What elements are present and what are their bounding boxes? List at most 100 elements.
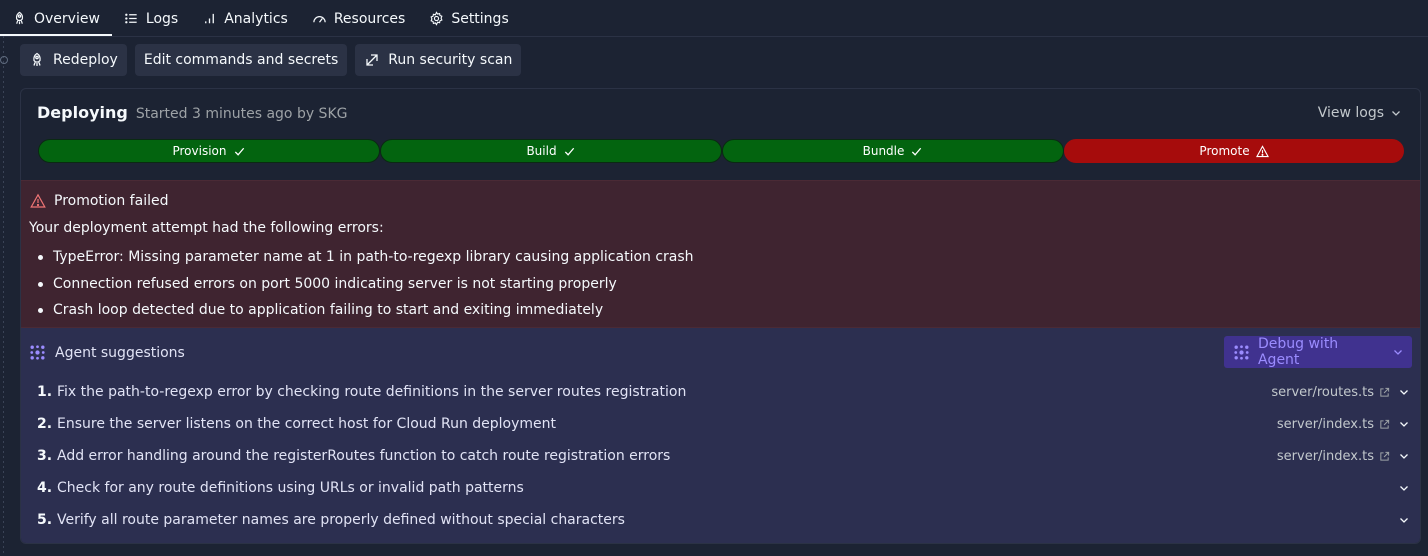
tab-logs[interactable]: Logs (112, 3, 190, 36)
deployment-subtitle: Started 3 minutes ago by SKG (135, 106, 348, 122)
tab-label: Analytics (224, 10, 288, 27)
gear-icon (430, 11, 443, 26)
error-intro: Your deployment attempt had the followin… (29, 220, 384, 236)
tab-label: Overview (34, 10, 100, 27)
timeline-line (3, 36, 4, 556)
step-build: Build (380, 139, 722, 163)
chevron-down-icon (1400, 454, 1408, 459)
suggestion-number: 5. (37, 512, 53, 528)
debug-with-agent-button[interactable]: Debug with Agent (1224, 336, 1412, 368)
suggestion-row[interactable]: 2. Ensure the server listens on the corr… (21, 408, 1420, 440)
warning-icon (30, 193, 46, 208)
redeploy-label: Redeploy (53, 52, 118, 68)
suggestion-file: server/routes.ts (1271, 384, 1374, 400)
error-title-text: Promotion failed (54, 193, 169, 209)
step-label: Bundle (862, 144, 905, 158)
gauge-icon (313, 16, 326, 23)
deployment-card: Deploying Started 3 minutes ago by SKG V… (20, 88, 1421, 544)
tab-analytics[interactable]: Analytics (190, 3, 300, 36)
deployment-status: Deploying (37, 103, 128, 122)
step-label: Promote (1199, 144, 1250, 158)
scan-icon (366, 54, 378, 66)
expand-chevron[interactable] (1398, 418, 1410, 430)
tab-overview[interactable]: Overview (0, 3, 112, 36)
step-provision: Provision (38, 139, 380, 163)
timeline-dot (0, 56, 8, 64)
tab-label: Settings (451, 10, 509, 27)
security-scan-button[interactable]: Run security scan (355, 44, 522, 76)
tab-label: Logs (145, 10, 179, 27)
suggestion-text: Add error handling around the registerRo… (57, 448, 671, 464)
suggestion-row[interactable]: 4. Check for any route definitions using… (21, 472, 1420, 504)
step-label: Provision (172, 144, 227, 158)
suggestion-file-link[interactable]: server/index.ts (1277, 449, 1390, 464)
expand-chevron[interactable] (1398, 514, 1410, 526)
external-link-icon (1380, 419, 1390, 429)
expand-chevron[interactable] (1398, 450, 1410, 462)
check-icon (912, 147, 922, 156)
tab-bar: Overview Logs Analytics Resources Settin… (0, 0, 1428, 37)
deploy-icon (33, 52, 41, 66)
suggestion-row[interactable]: 5. Verify all route parameter names are … (21, 504, 1420, 536)
check-icon (234, 147, 244, 156)
suggestion-row[interactable]: 1. Fix the path-to-regexp error by check… (21, 376, 1420, 408)
suggestion-text: Check for any route definitions using UR… (57, 480, 524, 496)
external-link-icon (1380, 451, 1390, 461)
chevron-down-icon (1400, 518, 1408, 523)
deployment-header: Deploying Started 3 minutes ago by SKG (37, 103, 347, 122)
error-title: Promotion failed (30, 193, 168, 209)
suggestion-number: 4. (37, 480, 53, 496)
chevron-down-icon (1400, 422, 1408, 427)
check-icon (564, 147, 574, 156)
agent-suggestions-panel: Agent suggestions Debug with Agent 1. Fi… (21, 328, 1420, 543)
error-panel: Promotion failed Your deployment attempt… (21, 180, 1420, 328)
bar-chart-icon (205, 13, 215, 24)
tab-resources[interactable]: Resources (300, 3, 418, 36)
suggestion-file: server/index.ts (1276, 448, 1374, 464)
error-item: Connection refused errors on port 5000 i… (29, 274, 694, 301)
step-label: Build (526, 144, 557, 158)
error-list: TypeError: Missing parameter name at 1 i… (29, 247, 694, 327)
error-item: TypeError: Missing parameter name at 1 i… (29, 247, 694, 274)
view-logs-label: View logs (1317, 105, 1384, 121)
suggestion-text: Verify all route parameter names are pro… (57, 512, 625, 528)
edit-commands-button[interactable]: Edit commands and secrets (134, 44, 348, 76)
tab-label: Resources (333, 10, 406, 27)
expand-chevron[interactable] (1398, 482, 1410, 494)
deployment-steps: Provision Build Bundle Promote (38, 139, 1404, 163)
external-link-icon (1380, 387, 1390, 397)
agent-suggestions-label: Agent suggestions (55, 344, 185, 361)
agent-sparkle-icon (30, 345, 45, 360)
tab-settings[interactable]: Settings (417, 3, 520, 36)
suggestion-text: Fix the path-to-regexp error by checking… (57, 384, 687, 400)
step-promote: Promote (1064, 139, 1404, 163)
step-bundle: Bundle (722, 139, 1064, 163)
security-scan-label: Run security scan (388, 52, 513, 68)
action-bar: Redeploy Edit commands and secrets Run s… (20, 44, 522, 76)
expand-chevron[interactable] (1398, 386, 1410, 398)
suggestion-number: 2. (37, 416, 53, 432)
chevron-down-icon (1394, 350, 1402, 355)
suggestion-row[interactable]: 3. Add error handling around the registe… (21, 440, 1420, 472)
warning-icon (1255, 144, 1269, 157)
deploy-icon (15, 11, 24, 25)
suggestion-file-link[interactable]: server/index.ts (1277, 417, 1390, 432)
suggestion-file: server/index.ts (1276, 416, 1374, 432)
list-icon (125, 13, 137, 24)
suggestion-list: 1. Fix the path-to-regexp error by check… (21, 376, 1420, 536)
error-item: Crash loop detected due to application f… (29, 300, 694, 327)
suggestion-text: Ensure the server listens on the correct… (57, 416, 557, 432)
suggestion-number: 3. (37, 448, 53, 464)
debug-with-agent-label: Debug with Agent (1257, 336, 1339, 368)
suggestion-file-link[interactable]: server/routes.ts (1271, 385, 1390, 400)
edit-commands-label: Edit commands and secrets (143, 52, 339, 68)
chevron-down-icon (1400, 390, 1408, 395)
debug-dropdown-toggle[interactable] (1384, 346, 1412, 358)
chevron-down-icon (1392, 111, 1400, 116)
agent-suggestions-title: Agent suggestions (29, 344, 185, 361)
redeploy-button[interactable]: Redeploy (20, 44, 127, 76)
suggestion-number: 1. (37, 384, 53, 400)
chevron-down-icon (1400, 486, 1408, 491)
view-logs-button[interactable]: View logs (1318, 105, 1402, 121)
debug-with-agent-main[interactable]: Debug with Agent (1233, 336, 1384, 368)
